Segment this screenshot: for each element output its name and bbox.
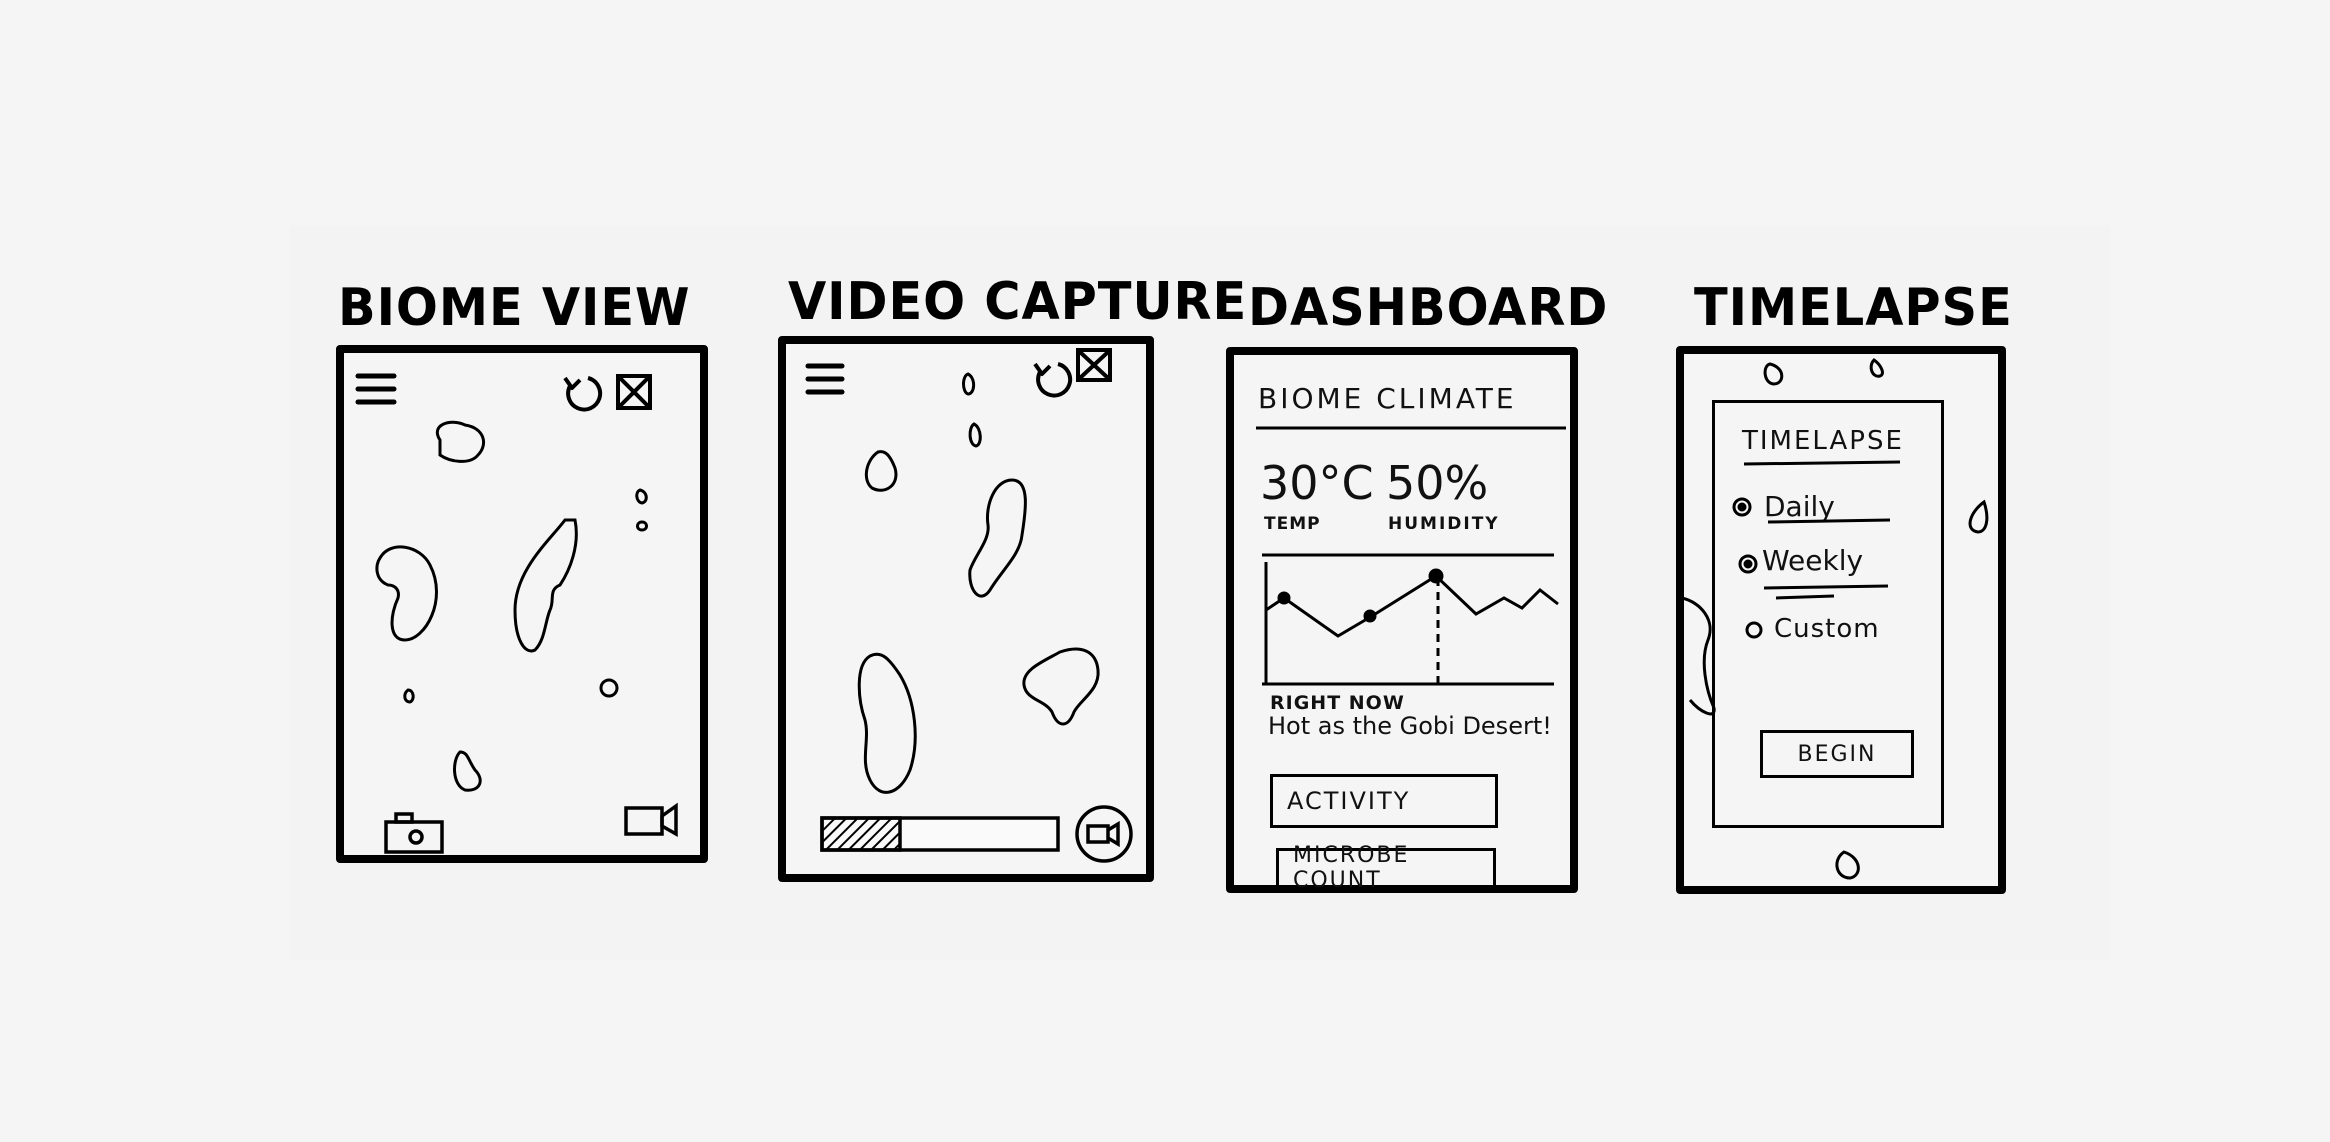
radio-custom[interactable] [1745, 621, 1763, 639]
radio-daily[interactable] [1732, 497, 1891, 524]
panel-title-underline [1743, 460, 1901, 466]
timelapse-drawings [1681, 358, 1989, 880]
radio-weekly[interactable] [1738, 554, 1889, 600]
timelapse-background-organisms [1681, 358, 1989, 880]
